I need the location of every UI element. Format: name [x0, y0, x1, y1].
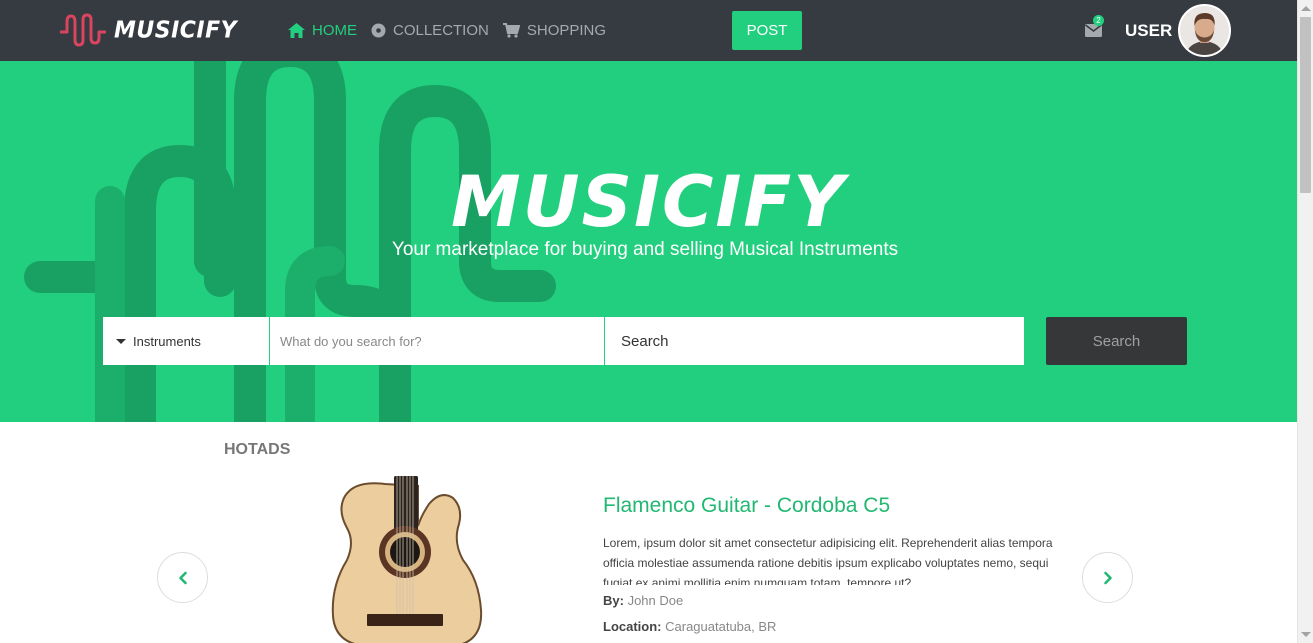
ad-location-value: Caraguatatuba, BR	[665, 619, 777, 634]
nav-item-collection[interactable]: COLLECTION	[371, 22, 489, 39]
nav-item-shopping-label: SHOPPING	[526, 22, 607, 39]
hero-title: MUSICIFY	[451, 161, 846, 243]
ad-location: Location: Caraguatatuba, BR	[603, 619, 776, 634]
main-nav: HOME COLLECTION SHOPPING	[288, 0, 620, 61]
disc-icon	[371, 23, 386, 38]
nav-item-shopping[interactable]: SHOPPING	[502, 22, 607, 39]
hero-banner: MUSICIFY Your marketplace for buying and…	[0, 61, 1297, 422]
scroll-up-arrow-icon[interactable]	[1301, 6, 1311, 11]
nav-item-home[interactable]: HOME	[288, 22, 357, 39]
navbar: MUSICIFY HOME COLLECTION SHOPPING POST 2…	[0, 0, 1297, 61]
soundwave-icon	[60, 13, 106, 47]
nav-item-home-label: HOME	[312, 22, 357, 39]
carousel-prev-button[interactable]	[157, 552, 208, 603]
hero-subtitle: Your marketplace for buying and selling …	[391, 239, 899, 260]
chevron-left-icon	[178, 571, 187, 584]
ad-seller: By: John Doe	[603, 593, 683, 608]
cart-icon	[502, 23, 520, 38]
caret-down-icon	[116, 338, 126, 344]
ad-description: Lorem, ipsum dolor sit amet consectetur …	[603, 536, 1053, 585]
page-scrollbar[interactable]	[1297, 0, 1313, 643]
user-menu-label[interactable]: USER	[1125, 21, 1172, 41]
carousel-next-button[interactable]	[1082, 552, 1133, 603]
ad-title-link[interactable]: Flamenco Guitar - Cordoba C5	[603, 494, 890, 518]
scroll-down-arrow-icon[interactable]	[1301, 632, 1311, 637]
search-button[interactable]: Search	[1046, 317, 1187, 365]
chevron-right-icon	[1103, 571, 1112, 584]
ad-seller-label: By:	[603, 593, 624, 608]
guitar-image[interactable]	[325, 476, 485, 643]
hotads-heading: HOTADS	[224, 441, 291, 458]
category-select[interactable]: Instruments	[103, 317, 270, 365]
search-query-input[interactable]	[270, 317, 605, 365]
home-icon	[288, 23, 305, 38]
mail-count-badge: 2	[1093, 15, 1104, 26]
nav-item-collection-label: COLLECTION	[393, 22, 489, 39]
brand-logo[interactable]: MUSICIFY	[60, 12, 237, 48]
page: MUSICIFY HOME COLLECTION SHOPPING POST 2…	[0, 0, 1313, 643]
scrollbar-thumb[interactable]	[1300, 17, 1311, 193]
user-avatar-icon	[1180, 6, 1229, 55]
brand-name: MUSICIFY	[114, 16, 238, 44]
search-location-input[interactable]	[605, 317, 1024, 365]
category-select-value: Instruments	[133, 333, 201, 349]
search-bar: Instruments	[103, 317, 1024, 365]
avatar[interactable]	[1178, 4, 1231, 57]
ad-seller-value: John Doe	[627, 593, 684, 608]
ad-location-label: Location:	[603, 619, 662, 634]
post-button[interactable]: POST	[732, 11, 802, 50]
